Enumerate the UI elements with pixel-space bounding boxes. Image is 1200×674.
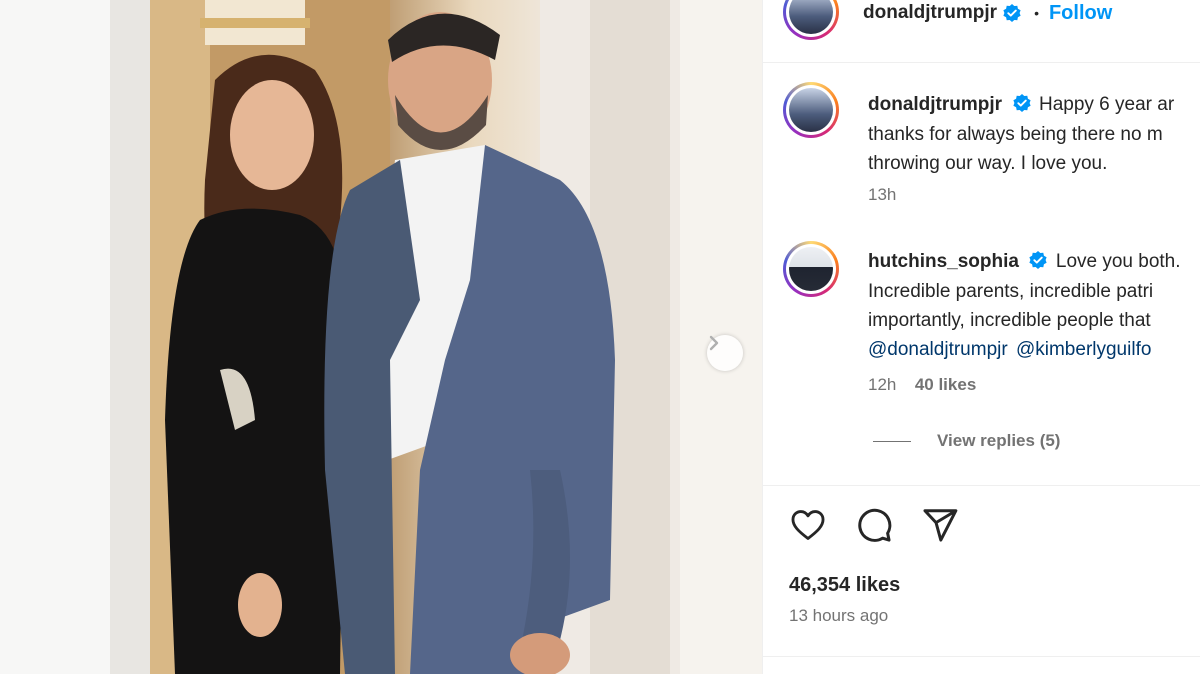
chevron-right-icon [709, 335, 719, 351]
comment-2-time[interactable]: 12h [868, 375, 896, 394]
heart-icon[interactable] [789, 506, 827, 544]
comment-2-text-line-3: importantly, incredible people that [868, 310, 1151, 331]
mention-link-1[interactable]: @donaldjtrumpjr [868, 339, 1008, 360]
comment-icon[interactable] [855, 506, 893, 544]
verified-badge-icon [1003, 4, 1021, 22]
verified-badge-icon [1029, 251, 1048, 269]
paper-plane-icon[interactable] [921, 506, 959, 544]
comment-2-meta: 12h 40 likes [868, 375, 976, 395]
bottom-divider [763, 656, 1200, 657]
verified-badge-icon [1012, 94, 1031, 112]
view-replies[interactable]: View replies (5) [873, 431, 1060, 451]
post-details-panel: donaldjtrumpjr • Follow donaldjtrumpjr H… [762, 0, 1200, 674]
follow-button[interactable]: Follow [1049, 2, 1112, 25]
comment-1-text-line-2: thanks for always being there no m [868, 124, 1163, 145]
comment-2-text-line-1: Love you both. [1055, 251, 1181, 272]
post-likes[interactable]: 46,354 likes [789, 574, 900, 597]
action-bar [789, 506, 959, 544]
comment-avatar-1[interactable] [783, 82, 839, 138]
next-photo-button[interactable] [707, 335, 743, 371]
comment-avatar-2[interactable] [783, 241, 839, 297]
post-photo [0, 0, 762, 674]
mention-link-2[interactable]: @kimberlyguilfo [1016, 339, 1151, 360]
header-divider [763, 62, 1200, 63]
comment-2-likes[interactable]: 40 likes [915, 375, 976, 394]
replies-line [873, 440, 911, 442]
comment-1-text-line-1: Happy 6 year ar [1038, 94, 1175, 115]
comment-2-username[interactable]: hutchins_sophia [868, 251, 1019, 272]
view-replies-label[interactable]: View replies (5) [937, 431, 1060, 451]
actions-divider [763, 485, 1200, 486]
header-username[interactable]: donaldjtrumpjr [863, 2, 997, 24]
comment-1-time[interactable]: 13h [868, 185, 896, 205]
comment-2: hutchins_sophia Love you both. Incredibl… [868, 247, 1181, 364]
header-separator: • [1034, 5, 1039, 21]
comment-1: donaldjtrumpjr Happy 6 year ar thanks fo… [868, 90, 1174, 178]
comment-2-text-line-2: Incredible parents, incredible patri [868, 281, 1154, 302]
comment-1-username[interactable]: donaldjtrumpjr [868, 94, 1002, 115]
comment-1-text-line-3: throwing our way. I love you. [868, 153, 1108, 174]
author-avatar[interactable] [783, 0, 839, 40]
photo-illustration [0, 0, 762, 674]
post-time-ago[interactable]: 13 hours ago [789, 606, 888, 626]
post-header: donaldjtrumpjr • Follow [863, 0, 1112, 26]
